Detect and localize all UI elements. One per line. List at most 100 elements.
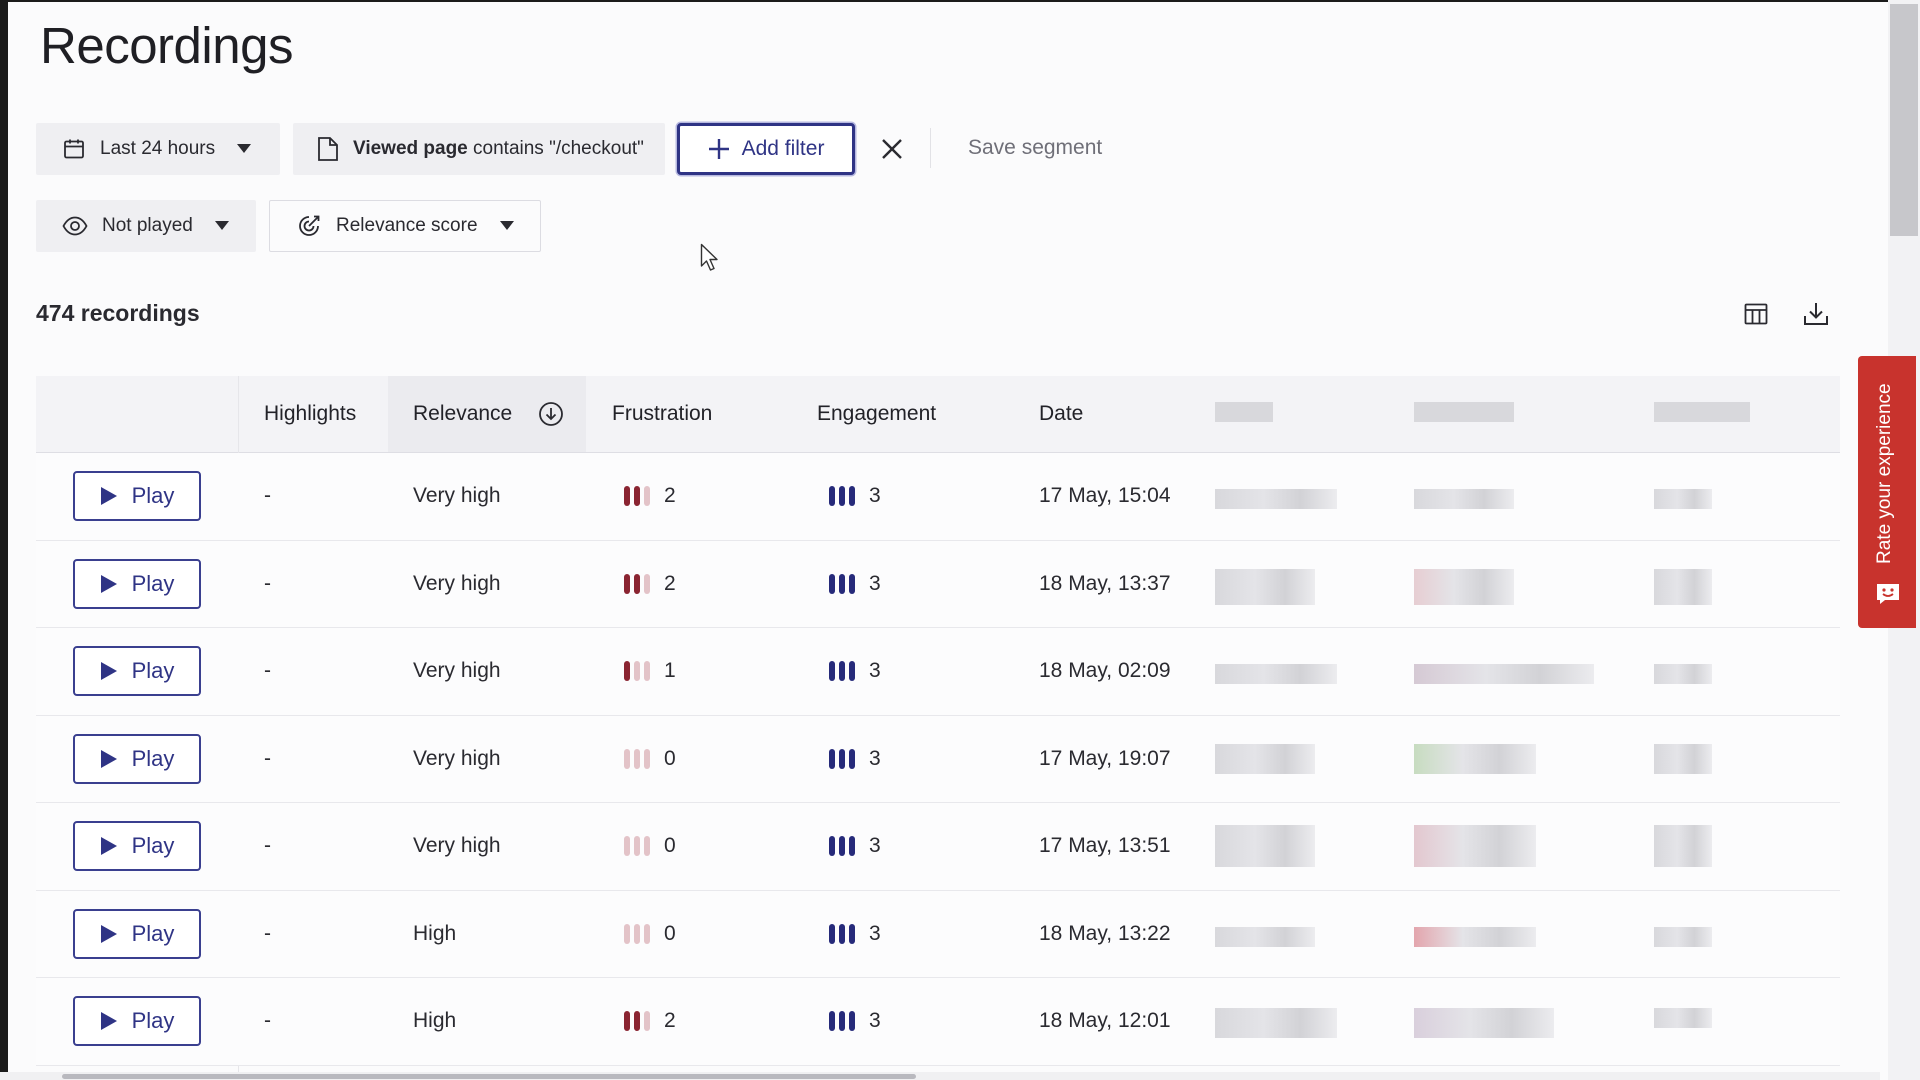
- relevance-cell: Very high: [413, 571, 501, 595]
- engagement-cell: 3: [829, 541, 881, 628]
- table-row[interactable]: Play - Very high 2 3 17 May, 15:04: [36, 453, 1840, 541]
- redacted-cell: [1215, 664, 1337, 684]
- frustration-bars-icon: [624, 1011, 650, 1032]
- frustration-cell: 1: [624, 628, 676, 715]
- redacted-cell: [1215, 489, 1337, 509]
- caret-down-icon: [214, 221, 229, 230]
- add-filter-label: Add filter: [741, 137, 825, 160]
- engagement-bars-icon: [829, 661, 855, 682]
- table-row[interactable]: Play - High 0 3 18 May, 13:22: [36, 890, 1840, 978]
- table-row[interactable]: Play - Very high 0 3 17 May, 13:51: [36, 803, 1840, 891]
- date-cell: 18 May, 02:09: [1039, 659, 1171, 683]
- frustration-bars-icon: [624, 748, 650, 769]
- play-icon: [100, 1012, 117, 1030]
- play-button[interactable]: Play: [73, 471, 201, 521]
- engagement-cell: 3: [829, 453, 881, 540]
- viewed-page-filter[interactable]: Viewed page contains "/checkout": [293, 123, 665, 175]
- relevance-cell: Very high: [413, 484, 501, 508]
- vertical-scrollbar-thumb[interactable]: [1890, 4, 1918, 236]
- play-icon: [100, 662, 117, 680]
- play-icon: [100, 487, 117, 505]
- engagement-cell: 3: [829, 978, 881, 1065]
- horizontal-scrollbar-thumb[interactable]: [62, 1074, 916, 1079]
- column-header-engagement[interactable]: Engagement: [817, 376, 936, 452]
- redacted-cell: [1654, 1008, 1712, 1028]
- column-settings-button[interactable]: [1738, 296, 1774, 332]
- redacted-cell: [1215, 825, 1315, 867]
- engagement-bars-icon: [829, 748, 855, 769]
- play-icon: [100, 574, 117, 593]
- add-filter-button[interactable]: Add filter: [677, 123, 855, 175]
- play-label: Play: [131, 483, 175, 508]
- frustration-score: 2: [664, 1009, 676, 1033]
- frustration-cell: 0: [624, 803, 676, 890]
- play-icon: [100, 837, 117, 855]
- table-row[interactable]: Play - High 2 3 18 May, 12:01: [36, 978, 1840, 1066]
- relevance-cell: High: [413, 1009, 457, 1033]
- window-frame-top: [0, 0, 1920, 2]
- engagement-cell: 3: [829, 628, 881, 715]
- play-button[interactable]: Play: [73, 908, 201, 959]
- redacted-cell: [1654, 489, 1712, 509]
- sort-label: Relevance score: [336, 215, 478, 236]
- engagement-cell: 3: [829, 716, 881, 803]
- sort-dropdown[interactable]: Relevance score: [269, 200, 541, 252]
- close-icon: [882, 139, 902, 159]
- redacted-header: [1414, 402, 1514, 422]
- redacted-cell: [1414, 825, 1536, 867]
- engagement-bars-icon: [829, 1011, 855, 1032]
- highlights-cell: -: [264, 484, 271, 508]
- download-button[interactable]: [1798, 296, 1834, 332]
- relevance-cell: Very high: [413, 834, 501, 858]
- column-header-date[interactable]: Date: [1039, 376, 1083, 452]
- date-cell: 18 May, 12:01: [1039, 1009, 1171, 1033]
- table-row[interactable]: Play - Very high 1 3 18 May, 02:09: [36, 628, 1840, 716]
- engagement-cell: 3: [829, 891, 881, 978]
- date-cell: 17 May, 15:04: [1039, 484, 1171, 508]
- redacted-cell: [1414, 743, 1536, 774]
- frustration-score: 1: [664, 659, 676, 683]
- date-cell: 18 May, 13:22: [1039, 921, 1171, 945]
- clear-filters-button[interactable]: [877, 134, 907, 164]
- engagement-score: 3: [869, 484, 881, 508]
- redacted-cell: [1215, 743, 1315, 774]
- play-button[interactable]: Play: [73, 733, 201, 784]
- redacted-cell: [1654, 743, 1712, 774]
- column-header-frustration[interactable]: Frustration: [612, 376, 712, 452]
- play-button[interactable]: Play: [73, 996, 201, 1046]
- highlights-cell: -: [264, 571, 271, 595]
- play-label: Play: [131, 570, 175, 596]
- play-button[interactable]: Play: [73, 558, 201, 609]
- sort-desc-icon: [539, 402, 564, 426]
- page-icon: [318, 137, 338, 161]
- engagement-score: 3: [869, 746, 881, 770]
- rate-experience-tab[interactable]: Rate your experience: [1858, 356, 1916, 628]
- redacted-cell: [1215, 926, 1315, 947]
- save-segment-button[interactable]: Save segment: [968, 136, 1102, 160]
- redacted-header: [1215, 402, 1273, 422]
- date-range-filter[interactable]: Last 24 hours: [36, 123, 280, 175]
- table-header: Highlights Relevance Frustration Engagem…: [36, 376, 1840, 453]
- played-state-label: Not played: [102, 215, 193, 236]
- frustration-bars-icon: [624, 573, 650, 594]
- table-row[interactable]: Play - Very high 0 3 17 May, 19:07: [36, 715, 1840, 803]
- highlights-cell: -: [264, 659, 271, 683]
- engagement-bars-icon: [829, 836, 855, 857]
- table-body: Play - Very high 2 3 17 May, 15:04 Play - Very h…: [36, 453, 1840, 1066]
- engagement-bars-icon: [829, 573, 855, 594]
- redacted-cell: [1414, 568, 1514, 605]
- redacted-cell: [1654, 664, 1712, 684]
- column-header-highlights[interactable]: Highlights: [264, 376, 356, 452]
- relevance-cell: High: [413, 921, 457, 945]
- column-header-relevance[interactable]: Relevance: [388, 376, 586, 452]
- table-row[interactable]: Play - Very high 2 3 18 May, 13:37: [36, 540, 1840, 628]
- frustration-bars-icon: [624, 836, 650, 857]
- play-label: Play: [131, 745, 175, 771]
- play-button[interactable]: Play: [73, 821, 201, 871]
- highlights-cell: -: [264, 1009, 271, 1033]
- highlights-cell: -: [264, 921, 271, 945]
- play-button[interactable]: Play: [73, 646, 201, 696]
- redacted-cell: [1654, 568, 1712, 605]
- played-state-filter[interactable]: Not played: [36, 200, 256, 252]
- engagement-cell: 3: [829, 803, 881, 890]
